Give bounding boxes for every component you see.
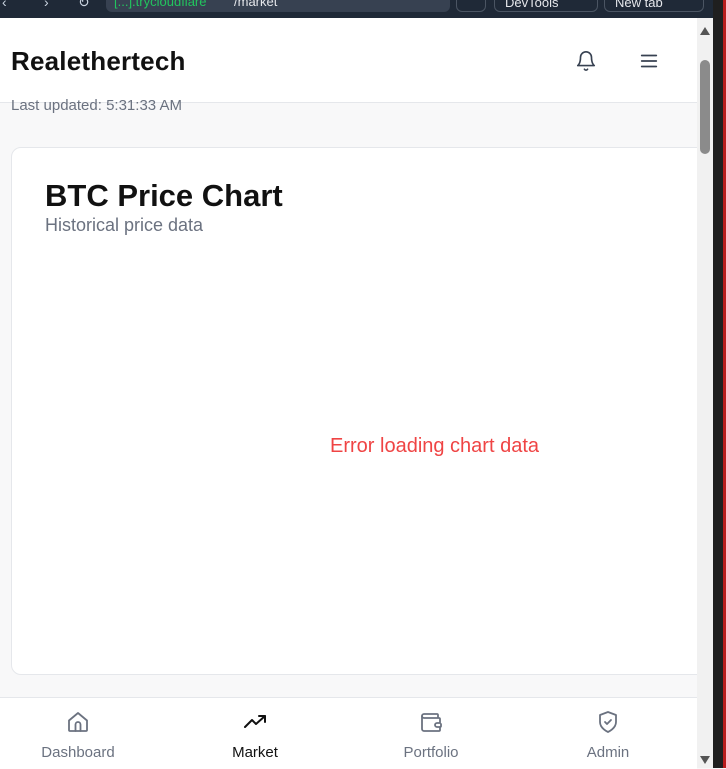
reload-icon[interactable]: ↻ (78, 0, 90, 11)
menu-button[interactable] (636, 48, 662, 74)
nav-label-admin: Admin (586, 744, 630, 761)
nav-label-dashboard: Dashboard (41, 744, 115, 761)
home-icon (68, 712, 88, 732)
nav-item-portfolio[interactable]: Portfolio (371, 698, 491, 769)
price-chart-card: BTC Price Chart Historical price data Er… (11, 147, 711, 675)
app-header: Realethertech (0, 18, 697, 103)
hamburger-menu-icon (640, 54, 658, 68)
shield-check-icon (599, 711, 617, 733)
nav-label-market: Market (232, 744, 278, 761)
forward-icon[interactable]: › (44, 0, 49, 10)
chart-title: BTC Price Chart (45, 178, 283, 213)
url-path: /market (234, 0, 278, 9)
nav-item-dashboard[interactable]: Dashboard (18, 698, 138, 769)
browser-toolbar: ‹ › ↻ [...].trycloudflare /market DevToo… (0, 0, 713, 18)
bottom-navigation: Dashboard Market Portfolio Admin (0, 697, 697, 769)
url-host: [...].trycloudflare (114, 0, 207, 9)
nav-label-portfolio: Portfolio (403, 744, 459, 761)
address-bar[interactable]: [...].trycloudflare /market (106, 0, 450, 12)
last-updated-text: Last updated: 5:31:33 AM (11, 97, 182, 114)
scroll-down-arrow-icon[interactable] (700, 756, 710, 764)
brand-title: Realethertech (11, 46, 186, 76)
chart-error-message: Error loading chart data (330, 435, 540, 457)
devtools-button[interactable]: DevTools (494, 0, 598, 12)
scroll-up-arrow-icon[interactable] (700, 27, 710, 35)
page-scrollbar[interactable] (697, 18, 713, 768)
nav-item-market[interactable]: Market (195, 698, 315, 769)
scroll-thumb[interactable] (700, 60, 710, 154)
back-icon[interactable]: ‹ (2, 0, 7, 10)
bell-icon (576, 51, 596, 71)
new-tab-button[interactable]: New tab (604, 0, 704, 12)
chart-subtitle: Historical price data (45, 215, 204, 235)
trending-up-icon (244, 715, 266, 728)
nav-item-admin[interactable]: Admin (548, 698, 668, 769)
extension-button[interactable] (456, 0, 486, 12)
notifications-button[interactable] (573, 48, 599, 74)
wallet-icon (421, 713, 442, 732)
